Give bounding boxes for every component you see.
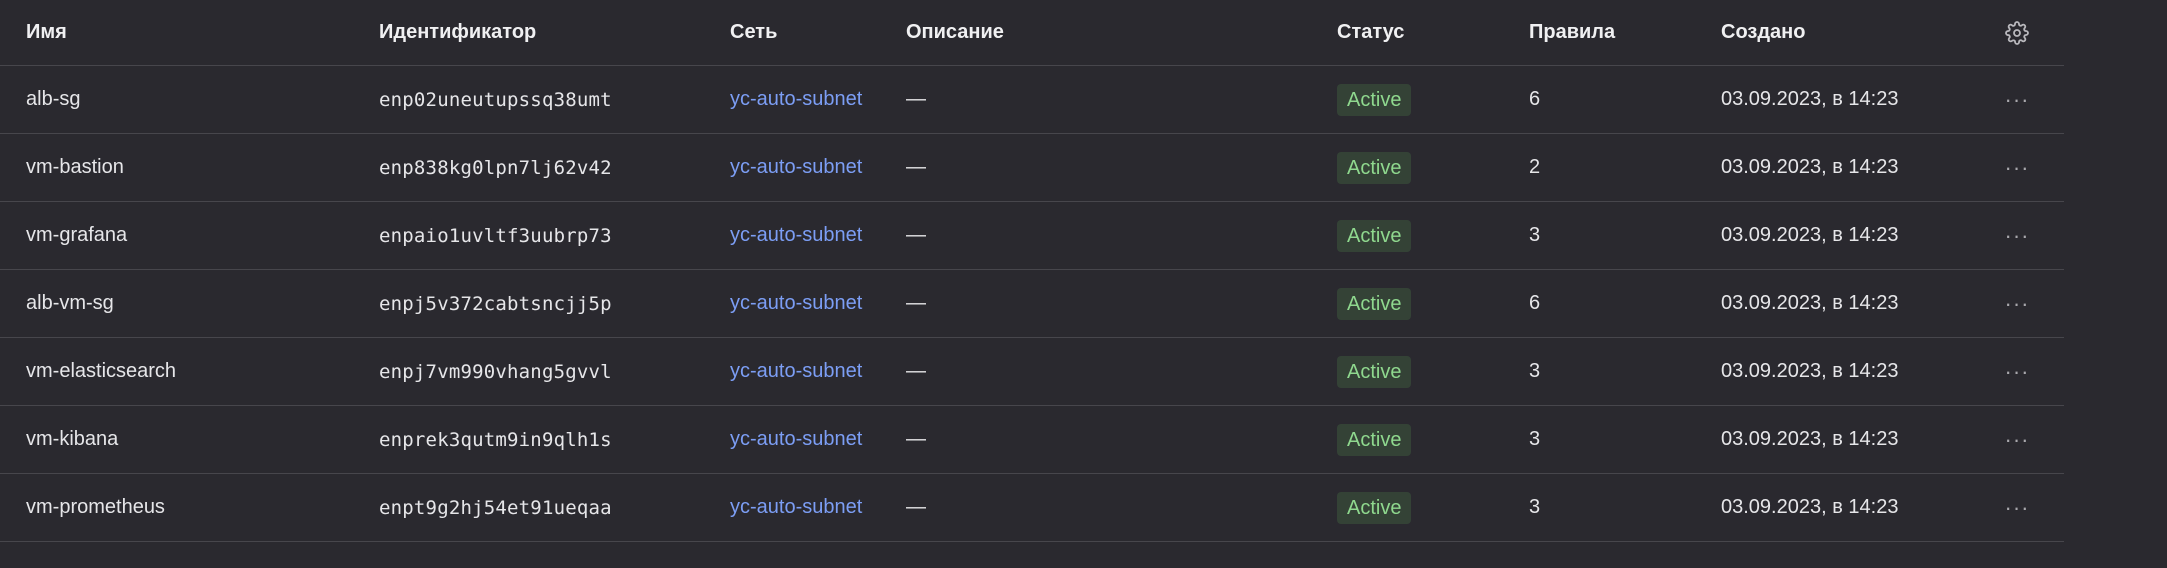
row-rules: 3	[1529, 360, 1541, 382]
row-status: Active	[1337, 134, 1412, 201]
status-badge: Active	[1337, 219, 1412, 252]
table-header: Имя Идентификатор Сеть Описание Статус П…	[0, 0, 2064, 66]
row-name: alb-vm-sg	[26, 292, 114, 314]
row-id: enpj5v372cabtsncjj5p	[379, 292, 612, 315]
more-dots-icon[interactable]: ···	[2000, 406, 2034, 473]
column-header-description[interactable]: Описание	[906, 0, 1004, 65]
row-network-link[interactable]: yc-auto-subnet	[730, 338, 862, 405]
row-rules: 2	[1529, 156, 1541, 178]
more-dots-icon[interactable]: ···	[2000, 134, 2034, 201]
status-badge: Active	[1337, 355, 1412, 388]
status-badge: Active	[1337, 83, 1412, 116]
row-description: —	[906, 224, 926, 246]
row-created: 03.09.2023, в 14:23	[1721, 292, 1899, 314]
row-status: Active	[1337, 406, 1412, 473]
status-badge: Active	[1337, 287, 1412, 320]
row-created: 03.09.2023, в 14:23	[1721, 428, 1899, 450]
row-name: alb-sg	[26, 88, 81, 110]
row-description: —	[906, 428, 926, 450]
row-name: vm-elasticsearch	[26, 360, 177, 382]
row-rules: 3	[1529, 224, 1541, 246]
row-id: enpt9g2hj54et91ueqaa	[379, 496, 612, 519]
more-dots-icon[interactable]: ···	[2000, 66, 2034, 133]
row-name: vm-grafana	[26, 224, 128, 246]
row-status: Active	[1337, 338, 1412, 405]
more-dots-icon[interactable]: ···	[2000, 270, 2034, 337]
row-id: enpaio1uvltf3uubrp73	[379, 224, 612, 247]
row-status: Active	[1337, 474, 1412, 541]
row-status: Active	[1337, 270, 1412, 337]
row-created: 03.09.2023, в 14:23	[1721, 360, 1899, 382]
table-row[interactable]: alb-vm-sg enpj5v372cabtsncjj5p yc-auto-s…	[0, 270, 2064, 338]
table-row[interactable]: alb-sg enp02uneutupssq38umt yc-auto-subn…	[0, 66, 2064, 134]
row-created: 03.09.2023, в 14:23	[1721, 156, 1899, 178]
row-created: 03.09.2023, в 14:23	[1721, 224, 1899, 246]
column-header-name[interactable]: Имя	[26, 0, 67, 65]
gear-icon[interactable]	[2000, 0, 2034, 65]
column-header-network[interactable]: Сеть	[730, 0, 777, 65]
column-header-id[interactable]: Идентификатор	[379, 0, 536, 65]
table-row[interactable]: vm-bastion enp838kg0lpn7lj62v42 yc-auto-…	[0, 134, 2064, 202]
row-name: vm-kibana	[26, 428, 119, 450]
more-dots-icon[interactable]: ···	[2000, 202, 2034, 269]
table-row[interactable]: vm-grafana enpaio1uvltf3uubrp73 yc-auto-…	[0, 202, 2064, 270]
row-id: enp838kg0lpn7lj62v42	[379, 156, 612, 179]
row-id: enpj7vm990vhang5gvvl	[379, 360, 612, 383]
table-row[interactable]: vm-prometheus enpt9g2hj54et91ueqaa yc-au…	[0, 474, 2064, 542]
row-status: Active	[1337, 66, 1412, 133]
row-description: —	[906, 496, 926, 518]
column-header-status[interactable]: Статус	[1337, 0, 1404, 65]
row-status: Active	[1337, 202, 1412, 269]
table-row[interactable]: vm-kibana enprek3qutm9in9qlh1s yc-auto-s…	[0, 406, 2064, 474]
row-network-link[interactable]: yc-auto-subnet	[730, 406, 862, 473]
more-dots-icon[interactable]: ···	[2000, 338, 2034, 405]
more-dots-icon[interactable]: ···	[2000, 474, 2034, 541]
row-description: —	[906, 88, 926, 110]
status-badge: Active	[1337, 423, 1412, 456]
row-rules: 3	[1529, 496, 1541, 518]
row-description: —	[906, 292, 926, 314]
row-created: 03.09.2023, в 14:23	[1721, 88, 1899, 110]
column-header-rules[interactable]: Правила	[1529, 0, 1615, 65]
row-name: vm-bastion	[26, 156, 124, 178]
row-description: —	[906, 360, 926, 382]
row-description: —	[906, 156, 926, 178]
table-row[interactable]: vm-elasticsearch enpj7vm990vhang5gvvl yc…	[0, 338, 2064, 406]
row-network-link[interactable]: yc-auto-subnet	[730, 270, 862, 337]
row-rules: 6	[1529, 292, 1541, 314]
row-id: enp02uneutupssq38umt	[379, 88, 612, 111]
row-name: vm-prometheus	[26, 496, 165, 518]
row-network-link[interactable]: yc-auto-subnet	[730, 134, 862, 201]
status-badge: Active	[1337, 151, 1412, 184]
row-rules: 6	[1529, 88, 1541, 110]
row-network-link[interactable]: yc-auto-subnet	[730, 474, 862, 541]
row-network-link[interactable]: yc-auto-subnet	[730, 202, 862, 269]
row-id: enprek3qutm9in9qlh1s	[379, 428, 612, 451]
column-header-created[interactable]: Создано	[1721, 0, 1805, 65]
row-network-link[interactable]: yc-auto-subnet	[730, 66, 862, 133]
row-rules: 3	[1529, 428, 1541, 450]
status-badge: Active	[1337, 491, 1412, 524]
row-created: 03.09.2023, в 14:23	[1721, 496, 1899, 518]
